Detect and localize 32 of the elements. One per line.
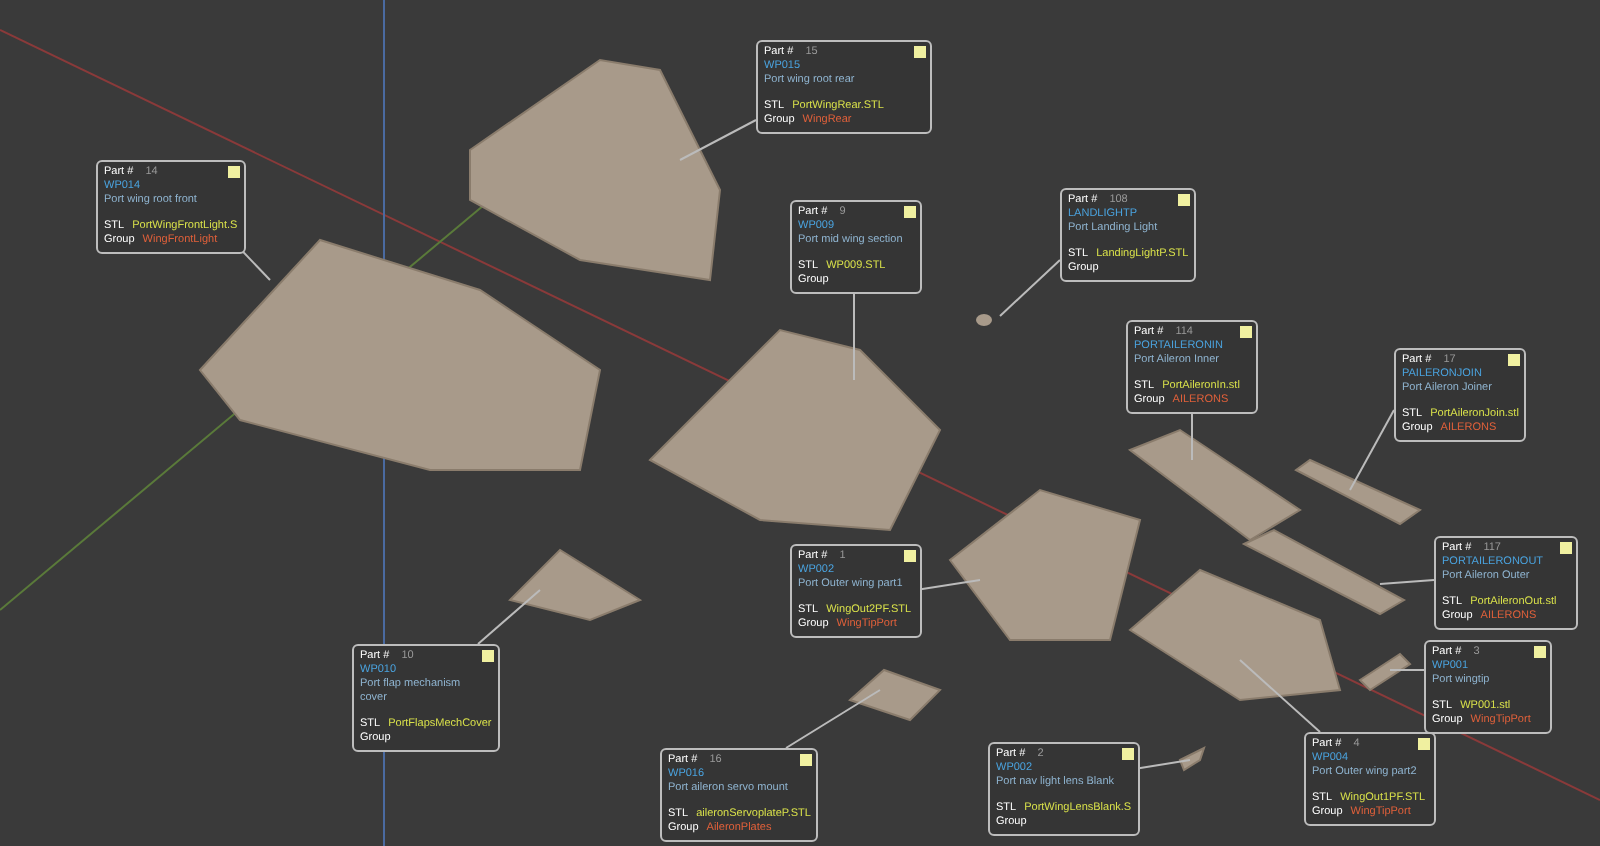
pin-marker-icon[interactable]: [914, 46, 926, 58]
part-model[interactable]: [948, 488, 1142, 641]
part-model[interactable]: [1358, 652, 1412, 692]
pin-marker-icon[interactable]: [1121, 748, 1134, 760]
pin-marker-icon[interactable]: [904, 550, 916, 562]
leader-line: [1239, 659, 1321, 733]
leader-line: [1389, 669, 1425, 671]
pin-marker-icon[interactable]: [227, 166, 240, 178]
part-model[interactable]: [469, 58, 722, 282]
pin-marker-icon[interactable]: [481, 650, 494, 662]
part-model[interactable]: [848, 668, 942, 722]
leader-line: [785, 689, 881, 749]
pin-marker-icon[interactable]: [1240, 326, 1252, 338]
part-model[interactable]: [1294, 458, 1422, 526]
pin-marker-icon[interactable]: [1560, 542, 1572, 554]
part-model[interactable]: [976, 314, 992, 326]
part-model[interactable]: [648, 328, 942, 532]
part-model[interactable]: [1178, 746, 1206, 772]
part-model[interactable]: [508, 548, 643, 622]
pin-marker-icon[interactable]: [1418, 738, 1430, 750]
pin-marker-icon[interactable]: [1508, 354, 1521, 366]
pin-marker-icon[interactable]: [1534, 646, 1546, 658]
part-model[interactable]: [1128, 568, 1342, 702]
pin-marker-icon[interactable]: [1178, 194, 1191, 206]
pin-marker-icon[interactable]: [904, 206, 916, 218]
leader-line: [679, 119, 757, 161]
leader-line: [477, 589, 541, 645]
pin-marker-icon[interactable]: [800, 754, 813, 766]
leader-line: [1379, 579, 1435, 585]
leader-line: [999, 259, 1061, 317]
part-model[interactable]: [1241, 528, 1407, 616]
leader-line: [1349, 409, 1395, 491]
